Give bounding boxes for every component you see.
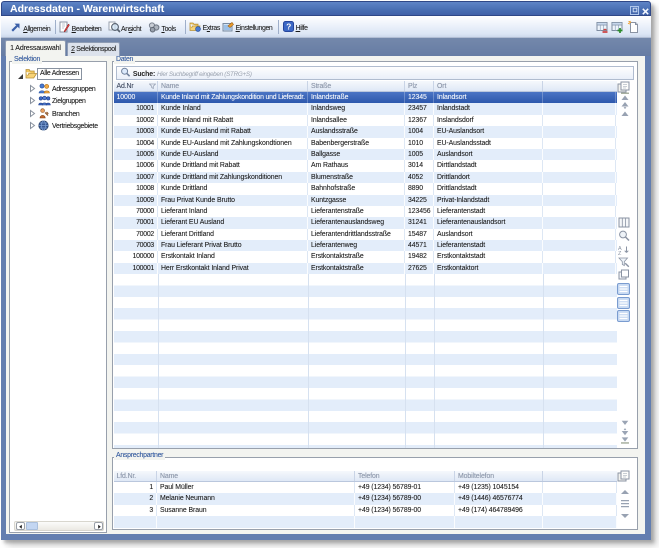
svg-text:?: ? <box>286 21 291 31</box>
